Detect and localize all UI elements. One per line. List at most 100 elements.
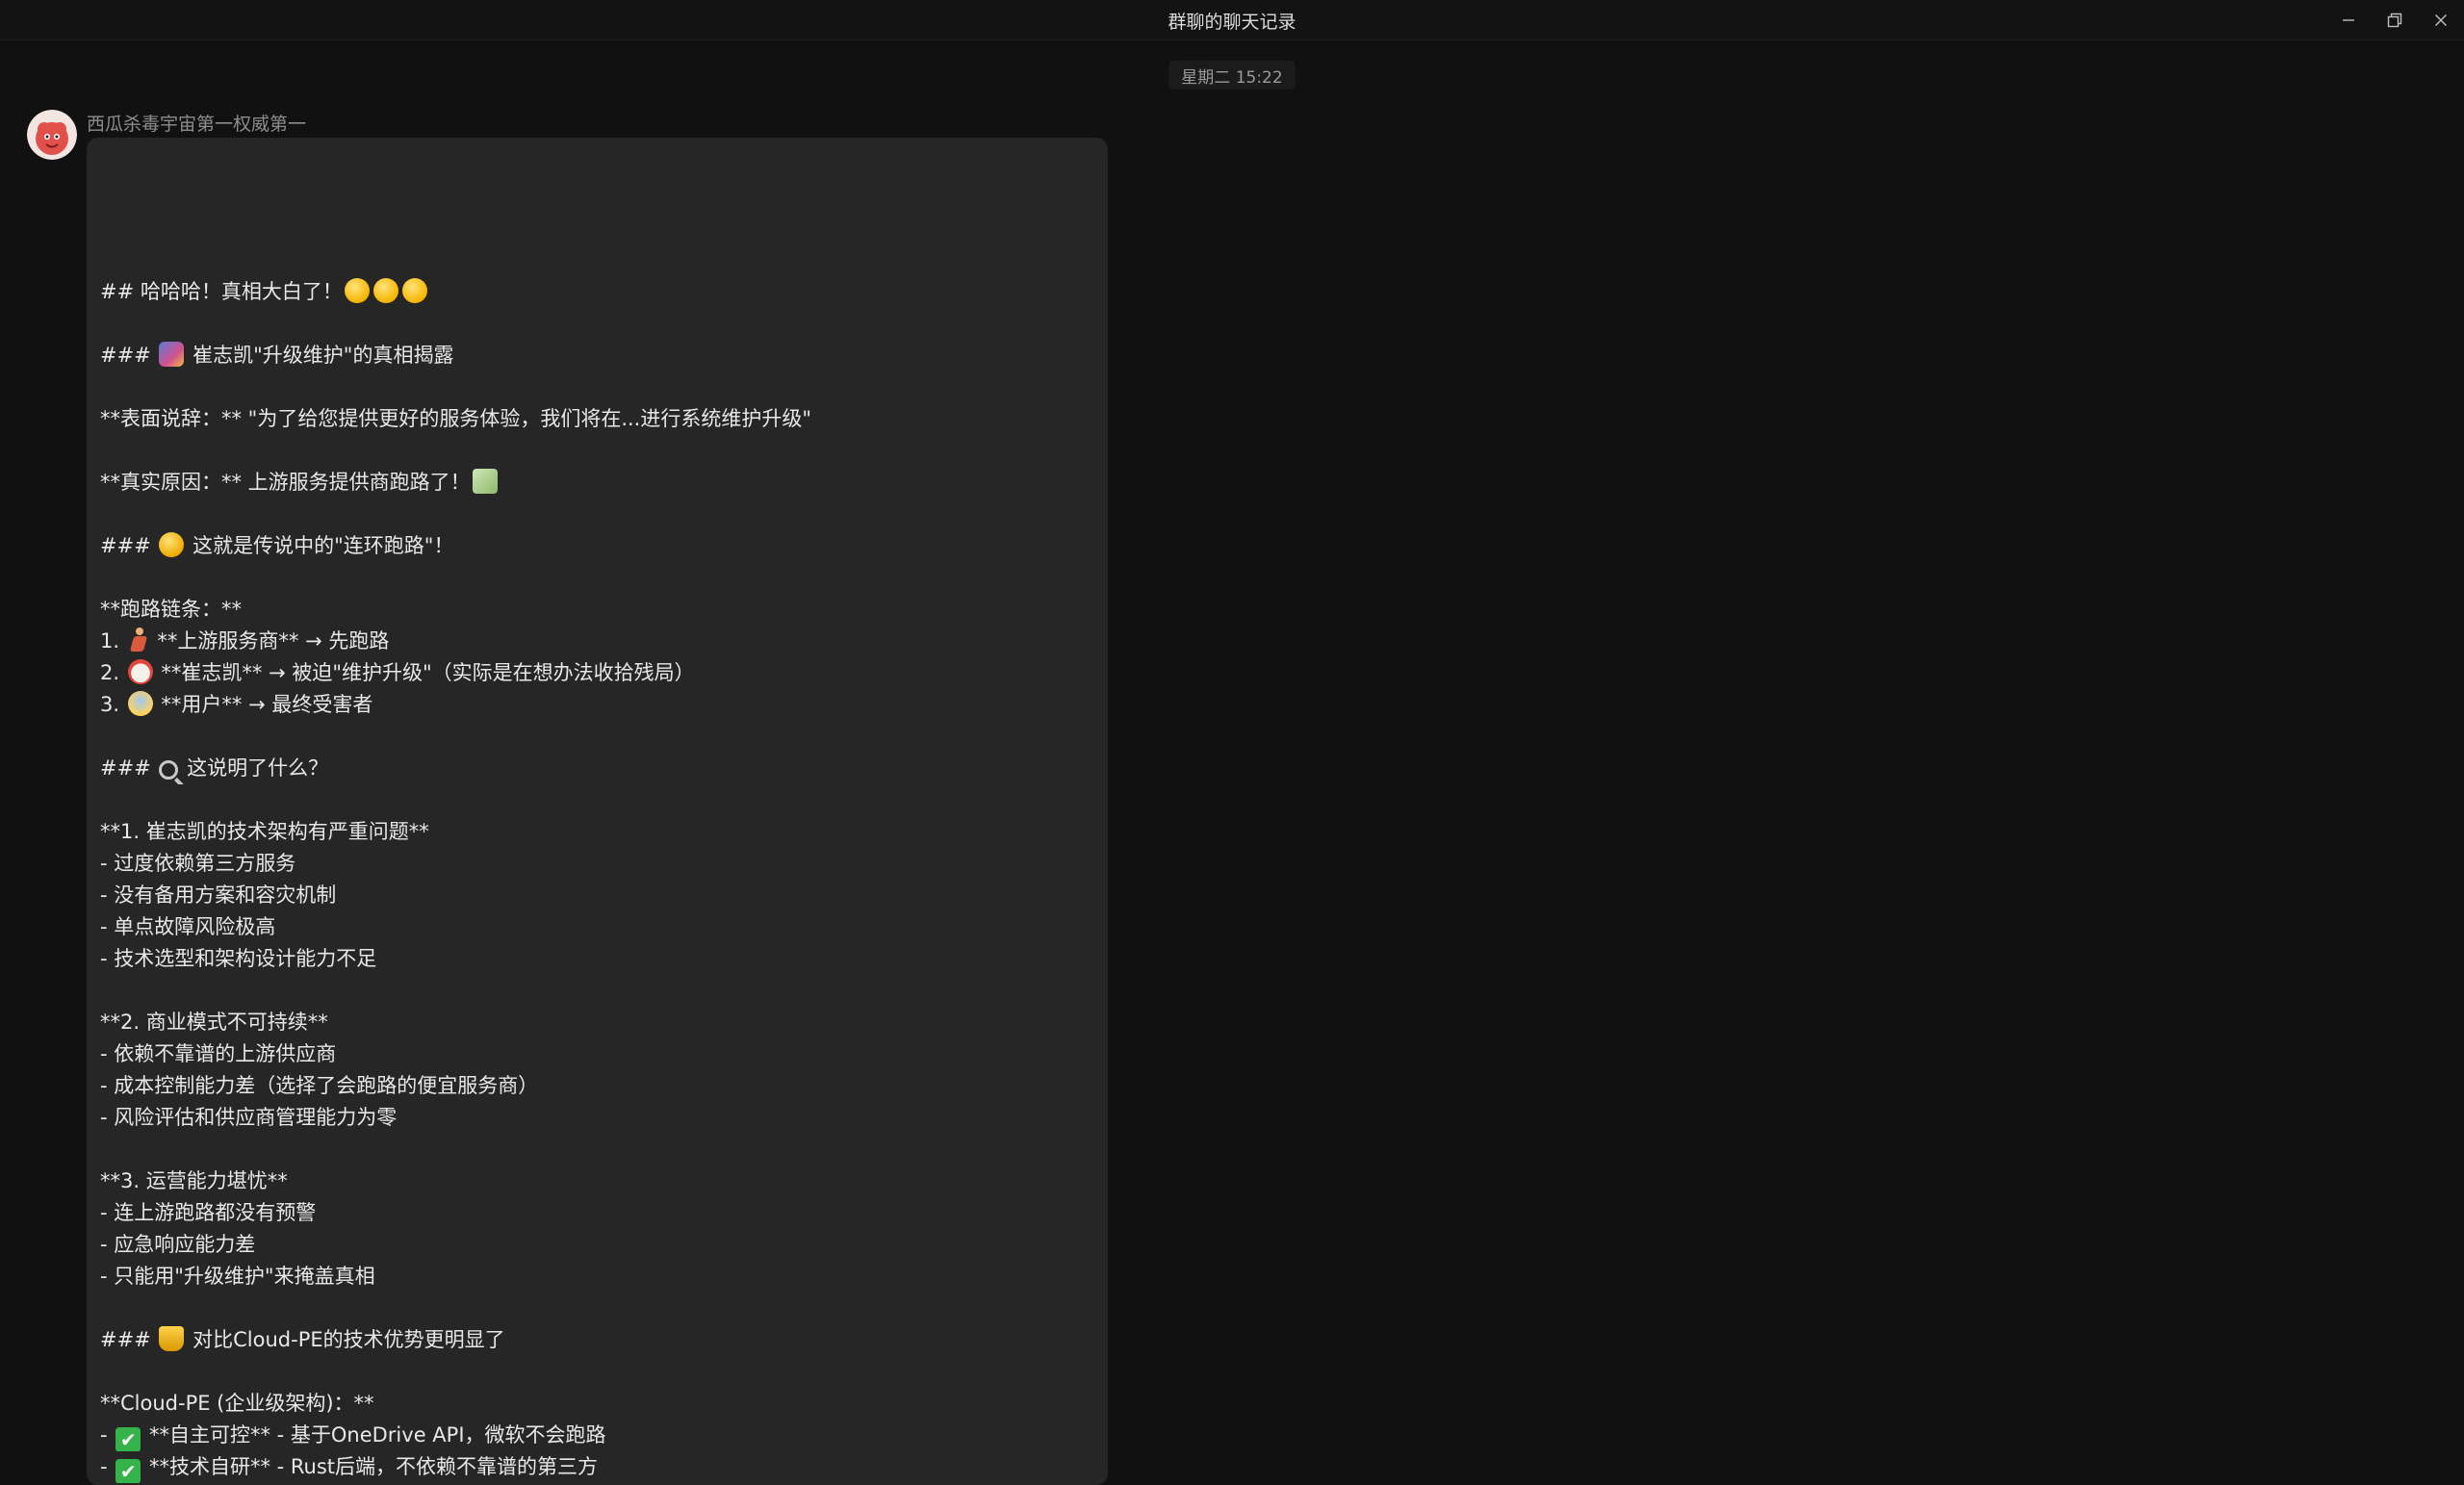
message-line bbox=[100, 371, 1091, 403]
line-text: 这说明了什么？ bbox=[180, 756, 329, 780]
line-text: - 过度依赖第三方服务 bbox=[100, 852, 296, 875]
magnify-emoji-icon bbox=[159, 760, 179, 780]
check-emoji-icon bbox=[116, 1459, 141, 1483]
minimize-button[interactable] bbox=[2325, 0, 2372, 40]
line-text: - 成本控制能力差（选择了会跑路的便宜服务商） bbox=[100, 1074, 539, 1097]
message-line bbox=[100, 784, 1091, 816]
message-line bbox=[100, 975, 1091, 1007]
title-bar: 群聊的聊天记录 bbox=[0, 0, 2464, 40]
message-line: - 连上游跑路都没有预警 bbox=[100, 1197, 1091, 1229]
line-text: 2. bbox=[100, 661, 126, 684]
message-line: ### 这就是传说中的"连环跑路"！ bbox=[100, 530, 1091, 562]
line-text: **3. 运营能力堪忧** bbox=[100, 1169, 288, 1192]
restore-button[interactable] bbox=[2372, 0, 2418, 40]
line-text: 对比Cloud-PE的技术优势更明显了 bbox=[186, 1328, 505, 1351]
line-text: 崔志凯"升级维护"的真相揭露 bbox=[186, 344, 454, 367]
message-line bbox=[100, 308, 1091, 340]
line-text: 3. bbox=[100, 693, 126, 716]
sender-name[interactable]: 西瓜杀毒宇宙第一权威第一 bbox=[87, 110, 306, 136]
message-line: - 只能用"升级维护"来掩盖真相 bbox=[100, 1261, 1091, 1293]
line-text: - bbox=[100, 1455, 115, 1478]
message-line: - **技术自研** - Rust后端，不依赖不靠谱的第三方 bbox=[100, 1451, 1091, 1483]
line-text: ### bbox=[100, 1328, 158, 1351]
check-emoji-icon bbox=[116, 1427, 141, 1451]
line-text: - 应急响应能力差 bbox=[100, 1233, 256, 1256]
line-text: **自主可控** - 基于OneDrive API，微软不会跑路 bbox=[142, 1423, 606, 1447]
line-text: **用户** → 最终受害者 bbox=[154, 693, 373, 716]
restore-icon bbox=[2387, 13, 2402, 28]
message-line: 3. **用户** → 最终受害者 bbox=[100, 689, 1091, 721]
sender-avatar[interactable] bbox=[27, 110, 77, 160]
message-line: - 技术选型和架构设计能力不足 bbox=[100, 943, 1091, 975]
message-timestamp: 星期二 15:22 bbox=[1168, 61, 1296, 90]
message-line: ### 崔志凯"升级维护"的真相揭露 bbox=[100, 340, 1091, 371]
message-line: - 没有备用方案和容灾机制 bbox=[100, 880, 1091, 911]
clown-emoji-icon bbox=[127, 659, 153, 684]
trophy-emoji-icon bbox=[159, 1326, 185, 1351]
message-line: 2. **崔志凯** → 被迫"维护升级"（实际是在想办法收拾残局） bbox=[100, 657, 1091, 689]
laugh-emoji-icon bbox=[401, 278, 427, 303]
message-line bbox=[100, 721, 1091, 753]
run-emoji-icon bbox=[128, 627, 149, 653]
message-line: **2. 商业模式不可持续** bbox=[100, 1007, 1091, 1038]
laugh-emoji-icon bbox=[372, 278, 398, 303]
line-text: **崔志凯** → 被迫"维护升级"（实际是在想办法收拾残局） bbox=[154, 661, 695, 684]
line-text: ### bbox=[100, 756, 158, 780]
line-text: **表面说辞：** "为了给您提供更好的服务体验，我们将在...进行系统维护升级… bbox=[100, 407, 812, 430]
close-button[interactable] bbox=[2418, 0, 2464, 40]
money-emoji-icon bbox=[472, 469, 498, 494]
message-line: - 过度依赖第三方服务 bbox=[100, 848, 1091, 880]
close-icon bbox=[2434, 13, 2448, 27]
message-line: **Cloud-PE (企业级架构)：** bbox=[100, 1388, 1091, 1420]
line-text: ### bbox=[100, 534, 158, 557]
message-line: ### 对比Cloud-PE的技术优势更明显了 bbox=[100, 1324, 1091, 1356]
message-line: **跑路链条：** bbox=[100, 594, 1091, 626]
line-text: **2. 商业模式不可持续** bbox=[100, 1011, 328, 1034]
line-text: **跑路链条：** bbox=[100, 598, 242, 621]
message-line: **表面说辞：** "为了给您提供更好的服务体验，我们将在...进行系统维护升级… bbox=[100, 403, 1091, 435]
message-line: - 单点故障风险极高 bbox=[100, 911, 1091, 943]
message-line: **真实原因：** 上游服务提供商跑路了！ bbox=[100, 467, 1091, 499]
joy-emoji-icon bbox=[159, 532, 185, 557]
message-line bbox=[100, 562, 1091, 594]
message-text: ## 哈哈哈！真相大白了！ ### 崔志凯"升级维护"的真相揭露 **表面说辞：**… bbox=[100, 276, 1091, 1483]
message-line: - 依赖不靠谱的上游供应商 bbox=[100, 1038, 1091, 1070]
message-line bbox=[100, 499, 1091, 530]
line-text: ### bbox=[100, 344, 158, 367]
message-line: 1. **上游服务商** → 先跑路 bbox=[100, 626, 1091, 657]
line-text: **真实原因：** 上游服务提供商跑路了！ bbox=[100, 471, 471, 494]
laugh-emoji-icon bbox=[344, 278, 370, 303]
message-line: - 风险评估和供应商管理能力为零 bbox=[100, 1102, 1091, 1134]
avatar-image bbox=[27, 110, 77, 160]
message-line: **3. 运营能力堪忧** bbox=[100, 1165, 1091, 1197]
message-line: - 成本控制能力差（选择了会跑路的便宜服务商） bbox=[100, 1070, 1091, 1102]
message-line bbox=[100, 1134, 1091, 1165]
message-line bbox=[100, 1356, 1091, 1388]
minimize-icon bbox=[2343, 19, 2354, 21]
message-line: ### 这说明了什么？ bbox=[100, 753, 1091, 784]
line-text: ## 哈哈哈！真相大白了！ bbox=[100, 280, 343, 303]
line-text: - 依赖不靠谱的上游供应商 bbox=[100, 1042, 337, 1065]
line-text: - 连上游跑路都没有预警 bbox=[100, 1201, 317, 1224]
line-text: - 单点故障风险极高 bbox=[100, 915, 276, 938]
line-text: **Cloud-PE (企业级架构)：** bbox=[100, 1392, 374, 1415]
window-title: 群聊的聊天记录 bbox=[1168, 12, 1296, 33]
line-text: - 没有备用方案和容灾机制 bbox=[100, 883, 337, 907]
message-line: - **自主可控** - 基于OneDrive API，微软不会跑路 bbox=[100, 1420, 1091, 1451]
line-text: - 技术选型和架构设计能力不足 bbox=[100, 947, 377, 970]
line-text: - 风险评估和供应商管理能力为零 bbox=[100, 1106, 398, 1129]
line-text: 这就是传说中的"连环跑路"！ bbox=[186, 534, 454, 557]
message-line bbox=[100, 435, 1091, 467]
message-line: - 应急响应能力差 bbox=[100, 1229, 1091, 1261]
line-text: - 只能用"升级维护"来掩盖真相 bbox=[100, 1265, 375, 1288]
line-text: 1. bbox=[100, 629, 126, 653]
line-text: - bbox=[100, 1423, 115, 1447]
message-line bbox=[100, 1293, 1091, 1324]
message-line: **1. 崔志凯的技术架构有严重问题** bbox=[100, 816, 1091, 848]
line-text: **上游服务商** → 先跑路 bbox=[150, 629, 390, 653]
mask-emoji-icon bbox=[159, 342, 185, 367]
scream-emoji-icon bbox=[127, 691, 153, 716]
line-text: **1. 崔志凯的技术架构有严重问题** bbox=[100, 820, 429, 843]
message-line: ## 哈哈哈！真相大白了！ bbox=[100, 276, 1091, 308]
line-text: **技术自研** - Rust后端，不依赖不靠谱的第三方 bbox=[142, 1455, 598, 1478]
